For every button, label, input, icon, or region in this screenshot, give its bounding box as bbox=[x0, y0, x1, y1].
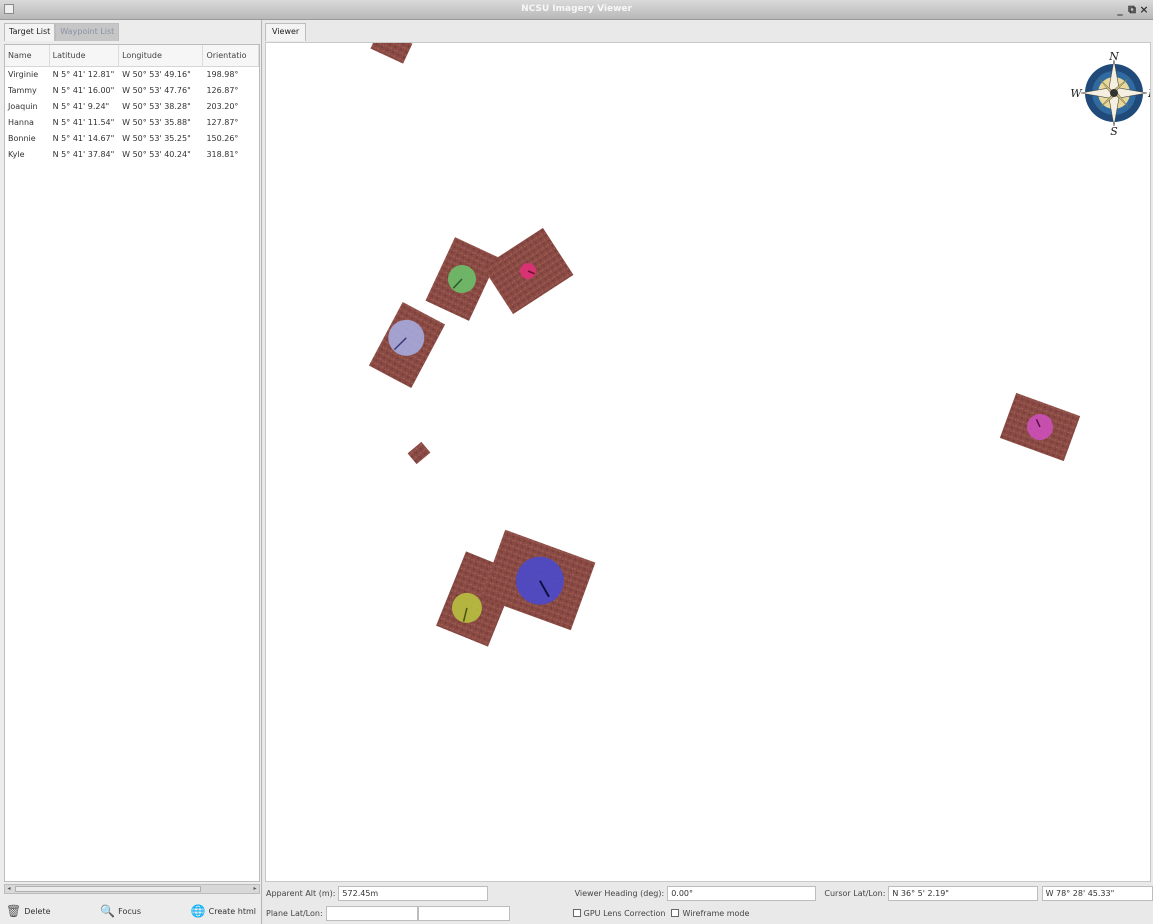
cell-name: Bonnie bbox=[8, 134, 36, 143]
target-tile-magenta[interactable] bbox=[999, 392, 1081, 462]
column-header-name[interactable]: Name bbox=[5, 45, 50, 66]
status-row-top: Apparent Alt (m): 572.45m Viewer Heading… bbox=[263, 884, 1153, 902]
table-row[interactable]: Bonnie N 5° 41' 14.67" W 50° 53' 35.25" … bbox=[5, 131, 259, 147]
gpu-lens-checkbox-box[interactable] bbox=[572, 908, 581, 917]
gpu-lens-label: GPU Lens Correction bbox=[583, 908, 666, 918]
focus-button-label: Focus bbox=[118, 906, 142, 916]
target-table: Name Latitude Longitude Orientatio Virgi… bbox=[4, 44, 260, 882]
create-html-button-label: Create html bbox=[208, 906, 256, 916]
cell-latitude: N 5° 41' 16.00" bbox=[52, 86, 115, 95]
apparent-alt-field[interactable]: 572.45m bbox=[338, 885, 488, 901]
cursor-latlon-label: Cursor Lat/Lon: bbox=[824, 888, 886, 898]
focus-button[interactable]: 🔍 Focus bbox=[100, 904, 141, 918]
compass-rose-icon: N S E W bbox=[1070, 50, 1151, 138]
cell-orientation: 198.98° bbox=[206, 70, 239, 79]
cell-name: Tammy bbox=[8, 86, 37, 95]
table-header: Name Latitude Longitude Orientatio bbox=[5, 45, 259, 67]
cell-name: Virginie bbox=[8, 70, 39, 79]
column-header-longitude[interactable]: Longitude bbox=[119, 45, 204, 66]
title-bar: NCSU Imagery Viewer _ ⧉ × bbox=[0, 0, 1153, 20]
wireframe-checkbox[interactable]: Wireframe mode bbox=[668, 908, 752, 918]
horizontal-scrollbar[interactable]: ◂ ▸ bbox=[4, 884, 260, 894]
scroll-left-icon[interactable]: ◂ bbox=[5, 885, 13, 893]
close-button[interactable]: × bbox=[1139, 3, 1149, 17]
cell-name: Joaquin bbox=[8, 102, 38, 111]
wireframe-label: Wireframe mode bbox=[682, 908, 750, 918]
cursor-lon-field[interactable]: W 78° 28' 45.33" bbox=[1041, 885, 1153, 901]
cell-latitude: N 5° 41' 37.84" bbox=[52, 150, 115, 159]
tab-waypoint-list[interactable]: Waypoint List bbox=[55, 23, 120, 41]
table-row[interactable]: Kyle N 5° 41' 37.84" W 50° 53' 40.24" 31… bbox=[5, 147, 259, 163]
trash-icon: 🗑 bbox=[6, 904, 22, 918]
table-row[interactable]: Virginie N 5° 41' 12.81" W 50° 53' 49.16… bbox=[5, 67, 259, 83]
status-row-bottom: Plane Lat/Lon: GPU Lens Correction Wiref… bbox=[263, 904, 1153, 922]
target-tile-pink[interactable] bbox=[482, 227, 574, 315]
html-export-icon: 🌐 bbox=[190, 904, 206, 918]
scroll-right-icon[interactable]: ▸ bbox=[251, 885, 259, 893]
left-tab-bar: Target List Waypoint List bbox=[4, 23, 120, 41]
list-button-bar: 🗑 Delete 🔍 Focus 🌐 Create html bbox=[0, 898, 262, 924]
cell-latitude: N 5° 41' 11.54" bbox=[52, 118, 115, 127]
gpu-lens-checkbox[interactable]: GPU Lens Correction bbox=[570, 908, 669, 918]
create-html-button[interactable]: 🌐 Create html bbox=[191, 904, 256, 918]
scrollbar-thumb[interactable] bbox=[15, 886, 201, 892]
cell-latitude: N 5° 41' 9.24" bbox=[52, 102, 110, 111]
compass-south-label: S bbox=[1110, 125, 1118, 138]
imagery-viewport[interactable]: N S E W bbox=[265, 42, 1151, 882]
table-row[interactable]: Joaquin N 5° 41' 9.24" W 50° 53' 38.28" … bbox=[5, 99, 259, 115]
viewer-heading-field[interactable]: 0.00° bbox=[667, 885, 817, 901]
plane-lon-field[interactable] bbox=[417, 905, 510, 921]
cell-latitude: N 5° 41' 14.67" bbox=[52, 134, 115, 143]
column-header-latitude[interactable]: Latitude bbox=[50, 45, 120, 66]
minimize-button[interactable]: _ bbox=[1115, 3, 1125, 17]
apparent-alt-label: Apparent Alt (m): bbox=[266, 888, 336, 898]
cell-name: Kyle bbox=[8, 150, 25, 159]
delete-button-label: Delete bbox=[24, 906, 51, 916]
tab-target-list[interactable]: Target List bbox=[4, 23, 56, 41]
window-title: NCSU Imagery Viewer bbox=[521, 4, 632, 14]
cursor-lat-field[interactable]: N 36° 5' 2.19" bbox=[888, 885, 1038, 901]
delete-button[interactable]: 🗑 Delete bbox=[6, 904, 51, 918]
cell-orientation: 126.87° bbox=[206, 86, 239, 95]
cell-orientation: 150.26° bbox=[206, 134, 239, 143]
cell-longitude: W 50° 53' 40.24" bbox=[122, 150, 191, 159]
compass-west-label: W bbox=[1070, 87, 1083, 100]
restore-button[interactable]: ⧉ bbox=[1127, 3, 1137, 17]
target-tile-green[interactable] bbox=[425, 237, 499, 321]
cell-latitude: N 5° 41' 12.81" bbox=[52, 70, 115, 79]
target-tile-lavender[interactable] bbox=[368, 301, 446, 389]
cell-orientation: 127.87° bbox=[206, 118, 239, 127]
compass-north-label: N bbox=[1108, 50, 1119, 63]
viewer-heading-label: Viewer Heading (deg): bbox=[574, 888, 665, 898]
right-panel: Viewer N S W Apparent Alt (m): 572.45m V… bbox=[263, 20, 1153, 924]
wireframe-checkbox-box[interactable] bbox=[671, 908, 680, 917]
cell-longitude: W 50° 53' 47.76" bbox=[122, 86, 191, 95]
left-panel: Target List Waypoint List Name Latitude … bbox=[0, 20, 262, 924]
imagery-canvas[interactable]: N S E W bbox=[266, 43, 1151, 882]
plane-latlon-label: Plane Lat/Lon: bbox=[266, 908, 323, 918]
column-header-orientation[interactable]: Orientatio bbox=[203, 45, 259, 66]
table-row[interactable]: Hanna N 5° 41' 11.54" W 50° 53' 35.88" 1… bbox=[5, 115, 259, 131]
cell-longitude: W 50° 53' 49.16" bbox=[122, 70, 191, 79]
imagery-tile[interactable] bbox=[407, 441, 431, 465]
cell-longitude: W 50° 53' 38.28" bbox=[122, 102, 191, 111]
table-row[interactable]: Tammy N 5° 41' 16.00" W 50° 53' 47.76" 1… bbox=[5, 83, 259, 99]
cell-longitude: W 50° 53' 35.25" bbox=[122, 134, 191, 143]
cell-name: Hanna bbox=[8, 118, 34, 127]
tab-viewer[interactable]: Viewer bbox=[265, 23, 307, 41]
cell-longitude: W 50° 53' 35.88" bbox=[122, 118, 191, 127]
cell-orientation: 318.81° bbox=[206, 150, 239, 159]
compass-east-label: E bbox=[1147, 87, 1151, 100]
magnifier-icon: 🔍 bbox=[100, 904, 116, 918]
imagery-tile[interactable] bbox=[370, 43, 413, 64]
cell-orientation: 203.20° bbox=[206, 102, 239, 111]
plane-lat-field[interactable] bbox=[325, 905, 418, 921]
